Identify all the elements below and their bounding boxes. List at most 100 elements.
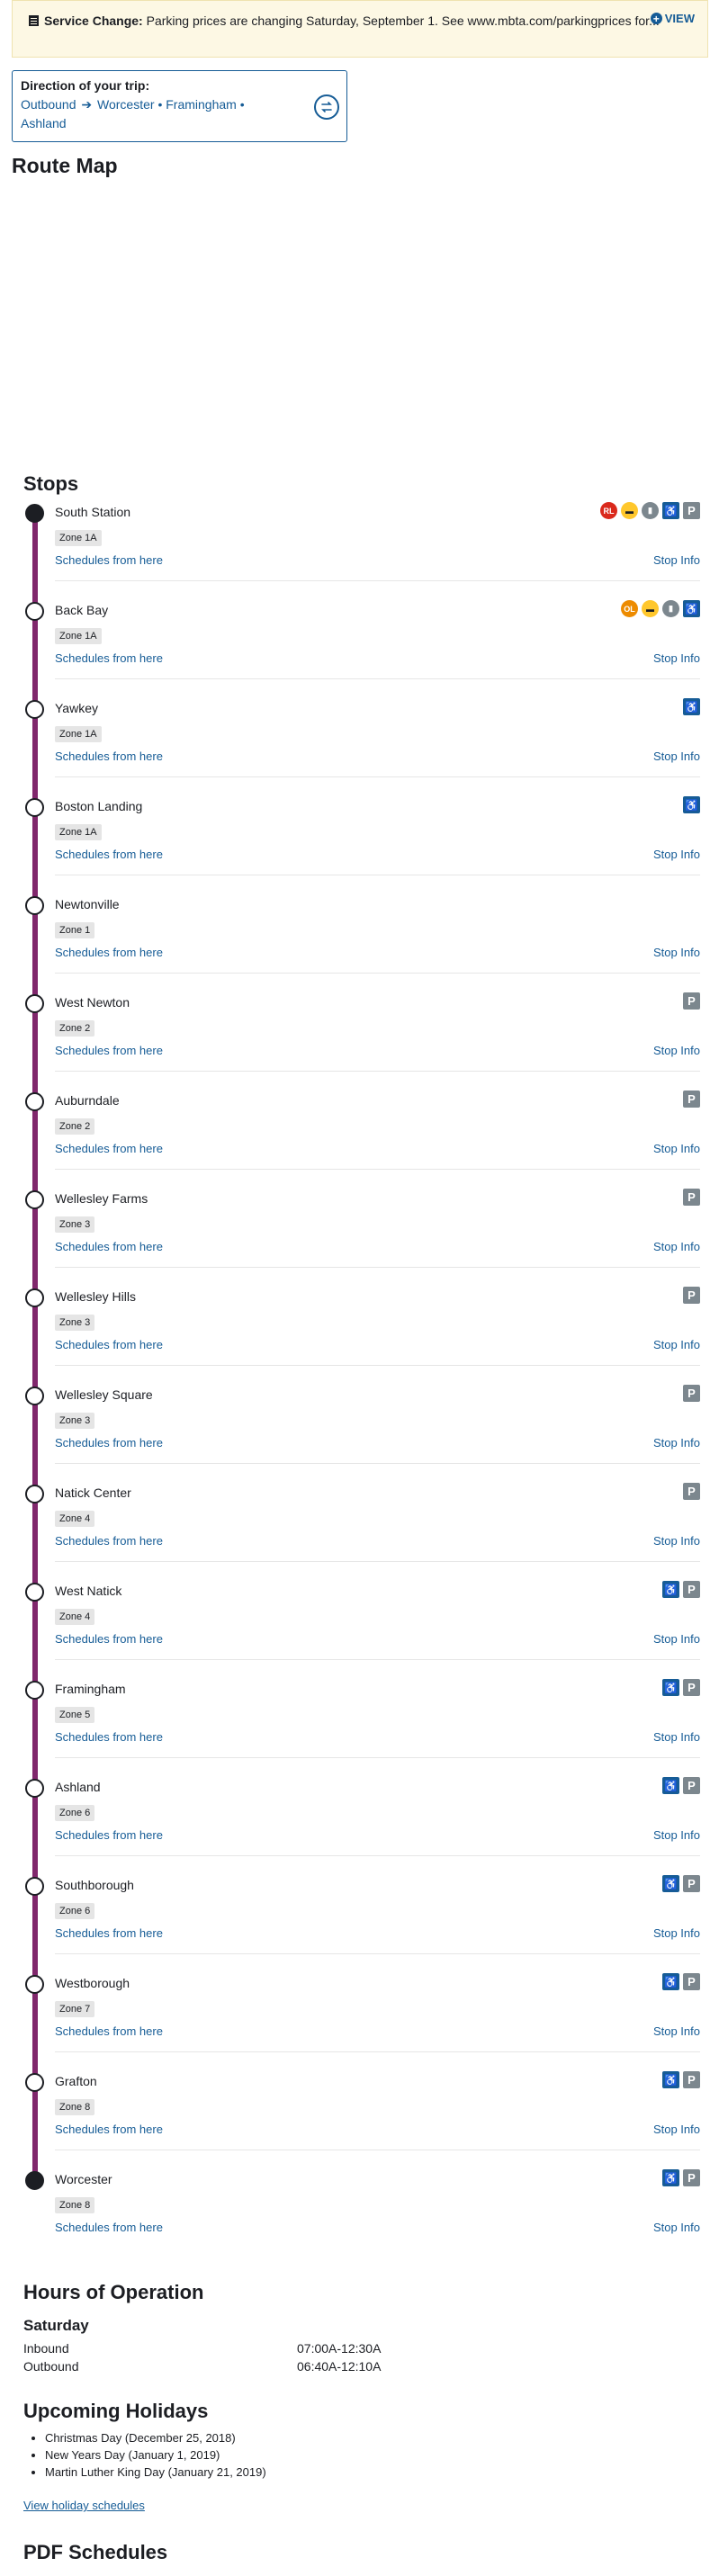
stop-marker xyxy=(25,2073,44,2092)
parking-icon: P xyxy=(683,992,700,1010)
schedules-from-here-link[interactable]: Schedules from here xyxy=(55,749,163,763)
stop-features: OL ▬ ▮ ♿ xyxy=(621,600,700,617)
zone-badge: Zone 1 xyxy=(55,922,95,938)
zone-badge: Zone 1A xyxy=(55,824,102,840)
schedules-from-here-link[interactable]: Schedules from here xyxy=(55,946,163,959)
divider xyxy=(55,1071,700,1072)
silver-line-icon: ▮ xyxy=(662,600,679,617)
schedules-from-here-link[interactable]: Schedules from here xyxy=(55,1240,163,1253)
accessible-icon: ♿ xyxy=(662,1679,679,1696)
stop-marker xyxy=(25,504,44,523)
stop-marker xyxy=(25,1975,44,1994)
accessible-icon: ♿ xyxy=(662,1777,679,1794)
schedules-from-here-link[interactable]: Schedules from here xyxy=(55,848,163,861)
view-holiday-schedules-link[interactable]: View holiday schedules xyxy=(23,2499,145,2512)
stop-features: ♿ P xyxy=(662,1679,700,1696)
route-map-title: Route Map xyxy=(12,154,118,177)
schedules-from-here-link[interactable]: Schedules from here xyxy=(55,1534,163,1548)
schedules-from-here-link[interactable]: Schedules from here xyxy=(55,1828,163,1842)
zone-badge: Zone 4 xyxy=(55,1609,95,1625)
arrow-right-icon: ➔ xyxy=(81,97,93,112)
direction-route[interactable]: Outbound ➔ Worcester • Framingham • Ashl… xyxy=(21,95,291,133)
stop-info-link[interactable]: Stop Info xyxy=(653,1828,700,1842)
schedules-from-here-link[interactable]: Schedules from here xyxy=(55,2123,163,2136)
alert-view-button[interactable]: + VIEW xyxy=(650,12,695,25)
zone-badge: Zone 1A xyxy=(55,530,102,546)
parking-icon: P xyxy=(683,1189,700,1206)
swap-direction-button[interactable] xyxy=(314,94,339,120)
stop-features: ♿ P xyxy=(662,1875,700,1892)
direction-from: Outbound xyxy=(21,97,76,112)
schedules-from-here-link[interactable]: Schedules from here xyxy=(55,1632,163,1646)
parking-icon: P xyxy=(683,1581,700,1598)
stop-info-link[interactable]: Stop Info xyxy=(653,1730,700,1744)
stop-info-link[interactable]: Stop Info xyxy=(653,749,700,763)
stop-marker xyxy=(25,798,44,817)
stop-features: P xyxy=(683,992,700,1010)
stop-marker xyxy=(25,2171,44,2190)
schedules-from-here-link[interactable]: Schedules from here xyxy=(55,1926,163,1940)
divider xyxy=(55,1267,700,1268)
bus-icon: ▬ xyxy=(642,600,659,617)
parking-icon: P xyxy=(683,1973,700,1990)
swap-arrows-icon xyxy=(321,102,332,112)
divider xyxy=(55,1855,700,1856)
accessible-icon: ♿ xyxy=(662,1875,679,1892)
plus-circle-icon: + xyxy=(650,13,662,24)
stop-info-link[interactable]: Stop Info xyxy=(653,1436,700,1450)
alert-message: Parking prices are changing Saturday, Se… xyxy=(146,13,660,28)
schedules-from-here-link[interactable]: Schedules from here xyxy=(55,1044,163,1057)
stop-info-link[interactable]: Stop Info xyxy=(653,2024,700,2038)
stop-info-link[interactable]: Stop Info xyxy=(653,1044,700,1057)
direction-selector[interactable]: Direction of your trip: Outbound ➔ Worce… xyxy=(12,70,347,142)
stop-info-link[interactable]: Stop Info xyxy=(653,2123,700,2136)
stop-info-link[interactable]: Stop Info xyxy=(653,2221,700,2234)
schedules-from-here-link[interactable]: Schedules from here xyxy=(55,2024,163,2038)
stop-features: RL ▬ ▮ ♿ P xyxy=(600,502,700,519)
zone-badge: Zone 4 xyxy=(55,1511,95,1527)
stop-name: Worcester xyxy=(55,2172,112,2186)
accessible-icon: ♿ xyxy=(683,600,700,617)
stop-name: Auburndale xyxy=(55,1093,120,1108)
stop-info-link[interactable]: Stop Info xyxy=(653,1338,700,1351)
schedules-from-here-link[interactable]: Schedules from here xyxy=(55,1338,163,1351)
stop-features: ♿ P xyxy=(662,1973,700,1990)
silver-line-icon: ▮ xyxy=(642,502,659,519)
stop-info-link[interactable]: Stop Info xyxy=(653,553,700,567)
zone-badge: Zone 8 xyxy=(55,2197,95,2213)
hours-row-outbound: Outbound 06:40A-12:10A xyxy=(23,2359,455,2374)
stop-info-link[interactable]: Stop Info xyxy=(653,1632,700,1646)
accessible-icon: ♿ xyxy=(662,2071,679,2088)
stop-name: Yawkey xyxy=(55,701,98,715)
stops-title: Stops xyxy=(23,472,79,495)
stop-info-link[interactable]: Stop Info xyxy=(653,946,700,959)
schedules-from-here-link[interactable]: Schedules from here xyxy=(55,1730,163,1744)
schedules-from-here-link[interactable]: Schedules from here xyxy=(55,553,163,567)
schedules-from-here-link[interactable]: Schedules from here xyxy=(55,2221,163,2234)
schedules-from-here-link[interactable]: Schedules from here xyxy=(55,1436,163,1450)
stop-marker xyxy=(25,1288,44,1307)
schedules-from-here-link[interactable]: Schedules from here xyxy=(55,651,163,665)
stop-features: P xyxy=(683,1189,700,1206)
hours-day: Saturday xyxy=(23,2317,89,2334)
stop-info-link[interactable]: Stop Info xyxy=(653,1926,700,1940)
holidays-title: Upcoming Holidays xyxy=(23,2400,209,2422)
stop-features: ♿ P xyxy=(662,2169,700,2186)
stop-features: ♿ P xyxy=(662,1777,700,1794)
stop-marker xyxy=(25,1779,44,1798)
document-icon xyxy=(29,15,39,26)
stop-marker xyxy=(25,1583,44,1602)
stop-info-link[interactable]: Stop Info xyxy=(653,651,700,665)
holiday-item: New Years Day (January 1, 2019) xyxy=(45,2446,266,2464)
stop-info-link[interactable]: Stop Info xyxy=(653,1240,700,1253)
stop-info-link[interactable]: Stop Info xyxy=(653,1142,700,1155)
zone-badge: Zone 1A xyxy=(55,726,102,742)
route-map[interactable] xyxy=(12,180,708,463)
schedules-from-here-link[interactable]: Schedules from here xyxy=(55,1142,163,1155)
zone-badge: Zone 6 xyxy=(55,1805,95,1821)
stop-info-link[interactable]: Stop Info xyxy=(653,848,700,861)
divider xyxy=(55,1561,700,1562)
pdf-schedules-title: PDF Schedules xyxy=(23,2541,168,2563)
stop-info-link[interactable]: Stop Info xyxy=(653,1534,700,1548)
holiday-item: Martin Luther King Day (January 21, 2019… xyxy=(45,2464,266,2481)
